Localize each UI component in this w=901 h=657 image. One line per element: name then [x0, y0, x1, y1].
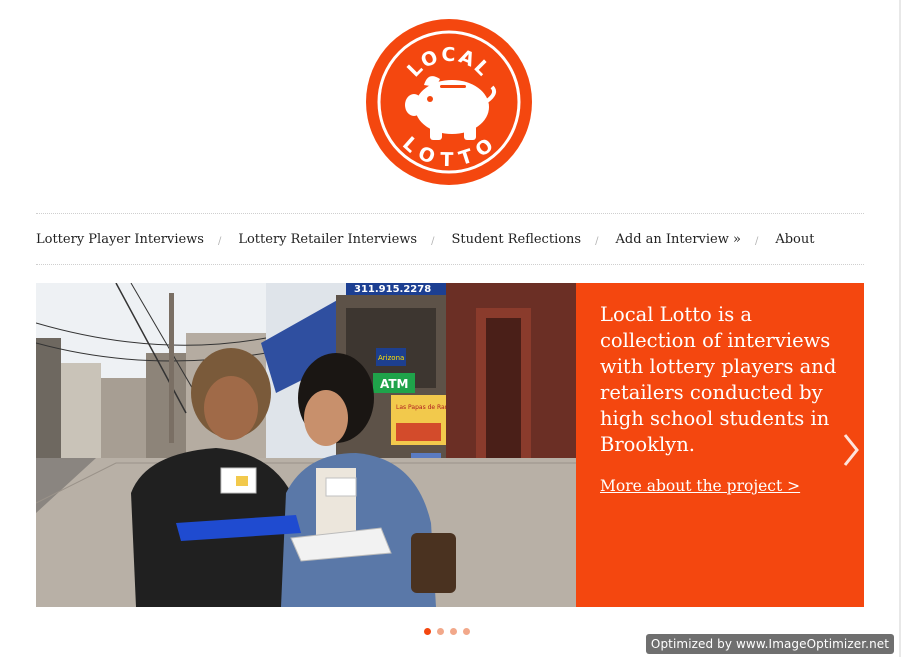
local-lotto-logo[interactable]: LOCAL LOTTO: [366, 19, 532, 185]
slider-dot-3[interactable]: [450, 628, 457, 635]
phone-sign: 311.915.2278: [354, 284, 431, 295]
watermark-badge: Optimized by www.ImageOptimizer.net: [646, 634, 894, 654]
nav-lottery-player-interviews[interactable]: Lottery Player Interviews: [36, 232, 204, 247]
slider-dot-1[interactable]: [424, 628, 431, 635]
atm-sign: ATM: [380, 377, 408, 391]
nav-separator: /: [431, 236, 435, 247]
slider-dot-4[interactable]: [463, 628, 470, 635]
coin-slot: [440, 85, 466, 88]
main-nav: Lottery Player Interviews / Lottery Reta…: [36, 214, 864, 264]
nav-about[interactable]: About: [775, 232, 814, 247]
nav-add-an-interview[interactable]: Add an Interview »: [615, 232, 740, 247]
featured-slider: 311.915.2278 ATM Arizona Las Papas de Ra…: [36, 283, 864, 607]
store-sign: Arizona: [378, 354, 404, 362]
nav-rule-bottom: [36, 264, 864, 265]
slider-dot-2[interactable]: [437, 628, 444, 635]
slider-pager: [424, 628, 470, 635]
slide-caption-text: Local Lotto is a collection of interview…: [600, 303, 837, 456]
nav-separator: /: [754, 236, 759, 247]
more-about-project-link[interactable]: More about the project >: [600, 477, 800, 495]
nav-student-reflections[interactable]: Student Reflections: [451, 232, 581, 247]
nav-separator: /: [595, 236, 599, 247]
nav-separator: /: [217, 236, 222, 247]
nav-lottery-retailer-interviews[interactable]: Lottery Retailer Interviews: [238, 232, 417, 247]
chevron-right-icon[interactable]: [842, 433, 860, 467]
piggy-eye: [427, 96, 433, 102]
slide-caption-panel: Local Lotto is a collection of interview…: [576, 283, 864, 607]
slide-photo: 311.915.2278 ATM Arizona Las Papas de Ra…: [36, 283, 576, 607]
